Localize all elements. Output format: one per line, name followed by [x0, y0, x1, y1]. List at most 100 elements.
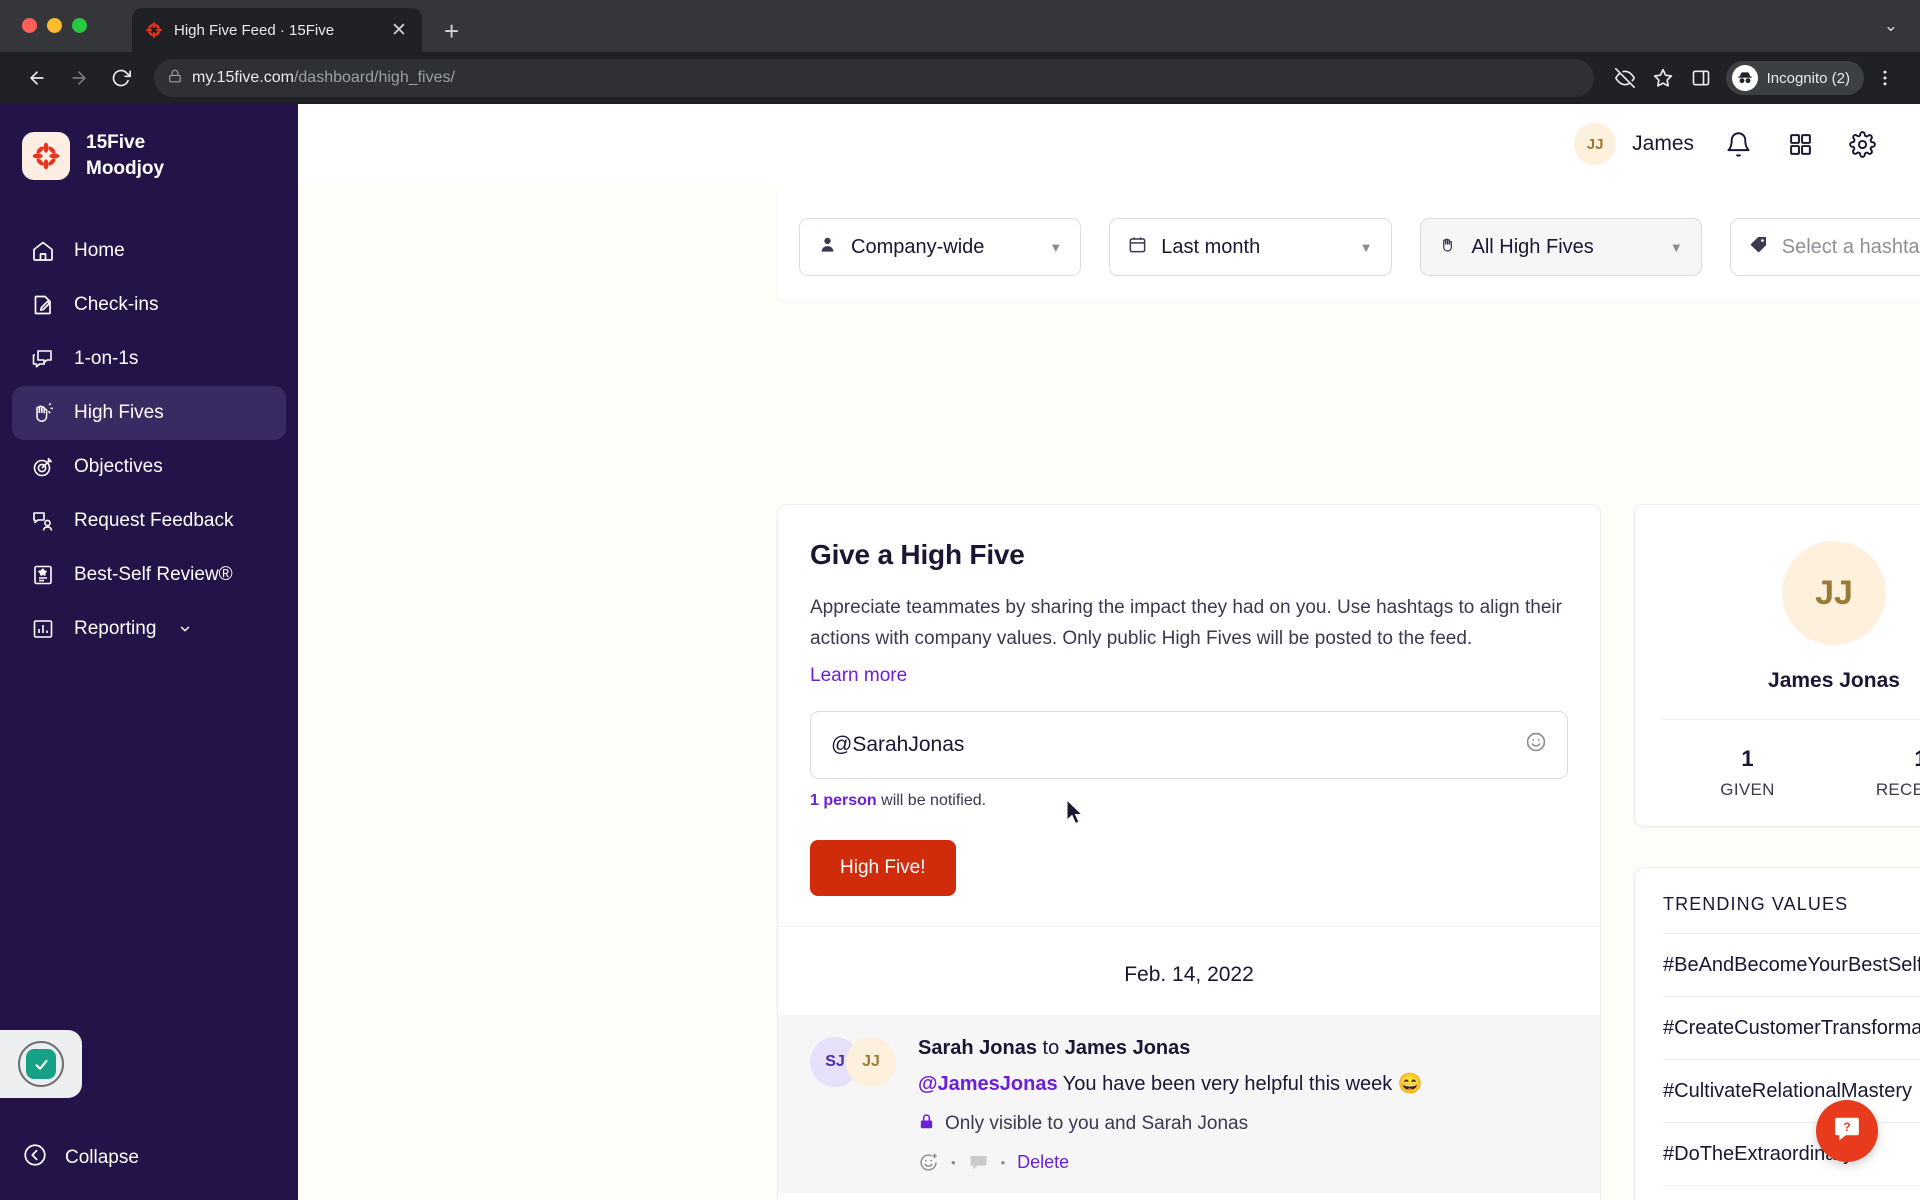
main-area: JJ James Company-wide ▼ Last month ▼ All…	[298, 104, 1920, 1200]
new-tab-icon[interactable]: +	[444, 18, 459, 44]
profile-stats: 1 GIVEN 1 RECEIVED	[1661, 719, 1920, 800]
post-mention[interactable]: @JamesJonas	[918, 1073, 1058, 1095]
tab-strip: High Five Feed · 15Five ✕ + ⌄	[0, 0, 1920, 52]
sidebar-item-label: High Fives	[74, 401, 164, 423]
apps-grid-icon[interactable]	[1782, 126, 1818, 162]
stat-label: RECEIVED	[1875, 780, 1920, 799]
notify-text: 1 person will be notified.	[810, 792, 1568, 810]
eye-off-icon[interactable]	[1608, 61, 1642, 95]
chevron-down-icon[interactable]	[178, 622, 192, 636]
notify-count: 1 person	[810, 791, 877, 809]
trending-value-tag: #BeAndBecomeYourBestSelf	[1663, 954, 1920, 976]
comment-icon[interactable]	[968, 1152, 989, 1173]
high-five-input[interactable]: @SarahJonas	[810, 710, 1568, 779]
tag-icon	[1749, 235, 1768, 259]
url-path: /dashboard/high_fives/	[293, 69, 455, 86]
sidebar-item-objectives[interactable]: Objectives	[12, 440, 286, 494]
hashtag-filter-select[interactable]: Select a hashtag ▼	[1729, 218, 1920, 276]
post-from: Sarah Jonas	[918, 1036, 1037, 1059]
sidebar-item-1-on-1s[interactable]: 1-on-1s	[12, 332, 286, 386]
home-icon	[30, 238, 56, 264]
post-visibility-text: Only visible to you and Sarah Jonas	[945, 1113, 1249, 1135]
incognito-label: Incognito (2)	[1766, 69, 1850, 87]
best-self-review-icon	[30, 562, 56, 588]
post-visibility-note: Only visible to you and Sarah Jonas	[918, 1113, 1568, 1136]
side-panel-icon[interactable]	[1684, 61, 1718, 95]
chevron-down-icon: ▼	[1359, 239, 1373, 255]
incognito-profile-button[interactable]: Incognito (2)	[1725, 61, 1864, 95]
bar-chart-icon	[30, 616, 56, 642]
accessibility-checker-widget[interactable]	[0, 1030, 82, 1098]
gear-icon[interactable]	[1844, 126, 1880, 162]
delete-post-link[interactable]: Delete	[1017, 1152, 1069, 1173]
help-button[interactable]: ?	[1816, 1100, 1878, 1162]
page-title: Give a High Five	[810, 539, 1025, 570]
page-content: Company-wide ▼ Last month ▼ All High Fiv…	[298, 184, 1920, 1200]
back-arrow-icon[interactable]	[18, 59, 56, 97]
stat-received: 1 RECEIVED	[1834, 746, 1920, 800]
sidebar-item-request-feedback[interactable]: Request Feedback	[12, 494, 286, 548]
sidebar-item-label: Objectives	[74, 455, 163, 477]
brand-line-2: Moodjoy	[86, 157, 165, 179]
trending-value-row[interactable]: #CreateCustomerTransformation 0	[1663, 996, 1920, 1059]
audience-filter-label: Company-wide	[851, 235, 985, 258]
learn-more-link[interactable]: Learn more	[810, 665, 907, 687]
post-actions: • • Delete	[918, 1152, 1568, 1173]
window-traffic-lights[interactable]	[22, 18, 87, 33]
tab-list-chevron-down-icon[interactable]: ⌄	[1884, 16, 1898, 36]
hashtag-filter-label: Select a hashtag	[1781, 235, 1920, 258]
sidebar-item-home[interactable]: Home	[12, 224, 286, 278]
reload-icon[interactable]	[102, 59, 140, 97]
high-five-icon	[1439, 235, 1458, 259]
smiley-icon[interactable]	[1525, 731, 1547, 759]
maximize-window-button[interactable]	[72, 18, 87, 33]
sidebar-item-high-fives[interactable]: High Fives	[12, 385, 286, 440]
request-feedback-icon	[30, 508, 56, 534]
close-window-button[interactable]	[22, 18, 37, 33]
address-bar[interactable]: my.15five.com/dashboard/high_fives/	[154, 59, 1594, 97]
avatar: JJ	[1574, 123, 1617, 165]
minimize-window-button[interactable]	[47, 18, 62, 33]
sidebar-item-label: Home	[74, 239, 125, 261]
sidebar-item-label: Reporting	[74, 617, 157, 639]
sidebar-item-best-self-review[interactable]: Best-Self Review®	[12, 548, 286, 602]
trending-value-tag: #CultivateRelationalMastery	[1663, 1080, 1913, 1102]
help-question-icon: ?	[1832, 1114, 1862, 1149]
lock-icon	[168, 69, 182, 88]
high-five-type-filter-select[interactable]: All High Fives ▼	[1419, 218, 1702, 276]
tab-close-icon[interactable]: ✕	[388, 21, 410, 40]
sidebar-item-label: Check-ins	[74, 293, 159, 315]
sidebar-item-reporting[interactable]: Reporting	[12, 602, 286, 656]
collapse-sidebar-button[interactable]: Collapse	[22, 1142, 139, 1174]
three-dot-menu-icon[interactable]	[1868, 61, 1902, 95]
stat-value: 1	[1834, 746, 1920, 772]
user-menu-button[interactable]: JJ James	[1574, 123, 1694, 165]
stat-value: 1	[1741, 746, 1754, 771]
green-check-icon	[18, 1041, 64, 1087]
add-reaction-icon[interactable]	[918, 1152, 939, 1173]
app-root: 15Five Moodjoy Home Check-ins 1-on-1s Hi…	[0, 104, 1920, 1200]
give-high-five-card: Give a High Five Appreciate teammates by…	[777, 504, 1601, 1200]
forward-arrow-icon[interactable]	[60, 59, 98, 97]
chevron-down-icon: ▼	[1049, 239, 1063, 255]
favicon-15five-icon	[144, 20, 164, 40]
trending-value-row[interactable]: #BeAndBecomeYourBestSelf 0	[1663, 933, 1920, 996]
browser-tab[interactable]: High Five Feed · 15Five ✕	[132, 8, 422, 52]
url-text: my.15five.com/dashboard/high_fives/	[192, 69, 455, 87]
profile-name: James Jonas	[1768, 669, 1900, 692]
lock-icon	[918, 1113, 935, 1136]
right-sidebar: JJ James Jonas 1 GIVEN 1 RECEIVED	[1634, 504, 1920, 1200]
feed-post: SJ SJ Sarah Jonas to Sarah Jonas @SarahJ…	[778, 1193, 1600, 1200]
trending-value-row[interactable]: #DoTheExtraordinary 0	[1663, 1122, 1920, 1185]
trending-value-row[interactable]: #CultivateRelationalMastery 0	[1663, 1059, 1920, 1122]
high-five-submit-button[interactable]: High Five!	[810, 839, 956, 896]
audience-filter-select[interactable]: Company-wide ▼	[799, 218, 1082, 276]
sidebar-item-check-ins[interactable]: Check-ins	[12, 278, 286, 332]
date-range-filter-label: Last month	[1161, 235, 1261, 258]
high-five-icon	[30, 400, 56, 426]
date-range-filter-select[interactable]: Last month ▼	[1109, 218, 1392, 276]
bell-icon[interactable]	[1720, 126, 1756, 162]
star-icon[interactable]	[1646, 61, 1680, 95]
brand-block[interactable]: 15Five Moodjoy	[0, 104, 298, 182]
browser-toolbar: my.15five.com/dashboard/high_fives/ Inco…	[0, 52, 1920, 104]
